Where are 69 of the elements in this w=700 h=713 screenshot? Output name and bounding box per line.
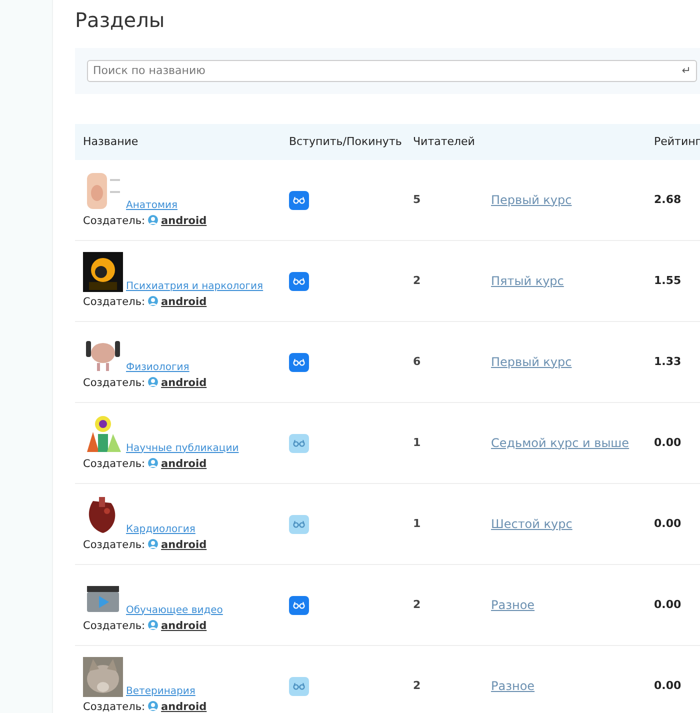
creator-label: Создатель: — [83, 296, 146, 308]
column-header: Читателей — [413, 134, 475, 148]
rating-value: 0.00 — [654, 678, 682, 692]
creator-label: Создатель: — [83, 620, 146, 632]
rating-value: 1.33 — [654, 354, 682, 368]
course-link[interactable]: Пятый курс — [491, 274, 564, 288]
creator-label: Создатель: — [83, 538, 146, 551]
creator-link[interactable]: android — [161, 620, 207, 632]
creator-link[interactable]: android — [161, 458, 207, 470]
section-link[interactable]: Психиатрия и наркология — [126, 278, 264, 294]
join-button[interactable] — [289, 596, 309, 614]
creator-link[interactable]: android — [161, 376, 207, 389]
glasses-icon — [293, 196, 305, 204]
rating-value: 0.00 — [654, 598, 682, 611]
page-title: Разделы — [75, 7, 165, 34]
enter-icon[interactable]: ↵ — [682, 62, 691, 80]
glasses-icon — [293, 601, 305, 609]
rating-value: 0.00 — [654, 436, 682, 449]
glasses-icon — [293, 277, 305, 285]
section-link[interactable]: Обучающее видео — [126, 602, 223, 618]
column-header: Вступить/Покинуть — [289, 134, 402, 148]
join-button[interactable] — [289, 676, 309, 696]
creator-label: Создатель: — [83, 458, 146, 470]
user-icon — [148, 296, 158, 306]
user-icon — [148, 700, 158, 711]
glasses-icon — [293, 520, 305, 528]
creator-label: Создатель: — [83, 700, 146, 713]
rating-value: 0.00 — [654, 516, 682, 530]
creator-label: Создатель: — [83, 214, 146, 227]
section-link[interactable]: Кардиология — [126, 522, 196, 537]
user-icon — [148, 620, 158, 630]
section-link[interactable]: Научные публикации — [126, 440, 239, 456]
user-icon — [148, 214, 158, 225]
join-button[interactable] — [289, 272, 309, 290]
creator-link[interactable]: android — [161, 296, 207, 308]
user-icon — [148, 538, 158, 549]
join-button[interactable] — [289, 514, 309, 534]
creator-link[interactable]: android — [161, 214, 207, 227]
readers-count: 5 — [413, 192, 421, 206]
user-icon — [148, 458, 158, 468]
creator-link[interactable]: android — [161, 700, 207, 713]
course-link[interactable]: Разное — [491, 678, 535, 693]
readers-count: 1 — [413, 436, 421, 449]
rating-value: 2.68 — [654, 192, 682, 206]
glasses-icon — [293, 682, 305, 690]
join-button[interactable] — [289, 352, 309, 372]
join-button[interactable] — [289, 190, 309, 210]
glasses-icon — [293, 358, 305, 366]
course-link[interactable]: Первый курс — [491, 354, 572, 369]
search-field[interactable]: Поиск по названию ↵ — [87, 60, 697, 82]
readers-count: 2 — [413, 274, 421, 287]
readers-count: 6 — [413, 354, 421, 368]
section-link[interactable]: Физиология — [126, 360, 190, 375]
column-header: Название — [83, 134, 138, 148]
rating-value: 1.55 — [654, 274, 682, 287]
readers-count: 1 — [413, 516, 421, 530]
course-link[interactable]: Седьмой курс и выше — [491, 436, 630, 450]
readers-count: 2 — [413, 678, 421, 692]
user-icon — [148, 376, 158, 387]
section-link[interactable]: Ветеринария — [126, 684, 196, 699]
creator-label: Создатель: — [83, 376, 146, 389]
section-link[interactable]: Анатомия — [126, 198, 178, 213]
creator-link[interactable]: android — [161, 538, 207, 551]
readers-count: 2 — [413, 598, 421, 611]
course-link[interactable]: Разное — [491, 598, 535, 612]
join-button[interactable] — [289, 434, 309, 452]
course-link[interactable]: Первый курс — [491, 192, 572, 207]
glasses-icon — [293, 439, 305, 447]
course-link[interactable]: Шестой курс — [491, 516, 572, 531]
